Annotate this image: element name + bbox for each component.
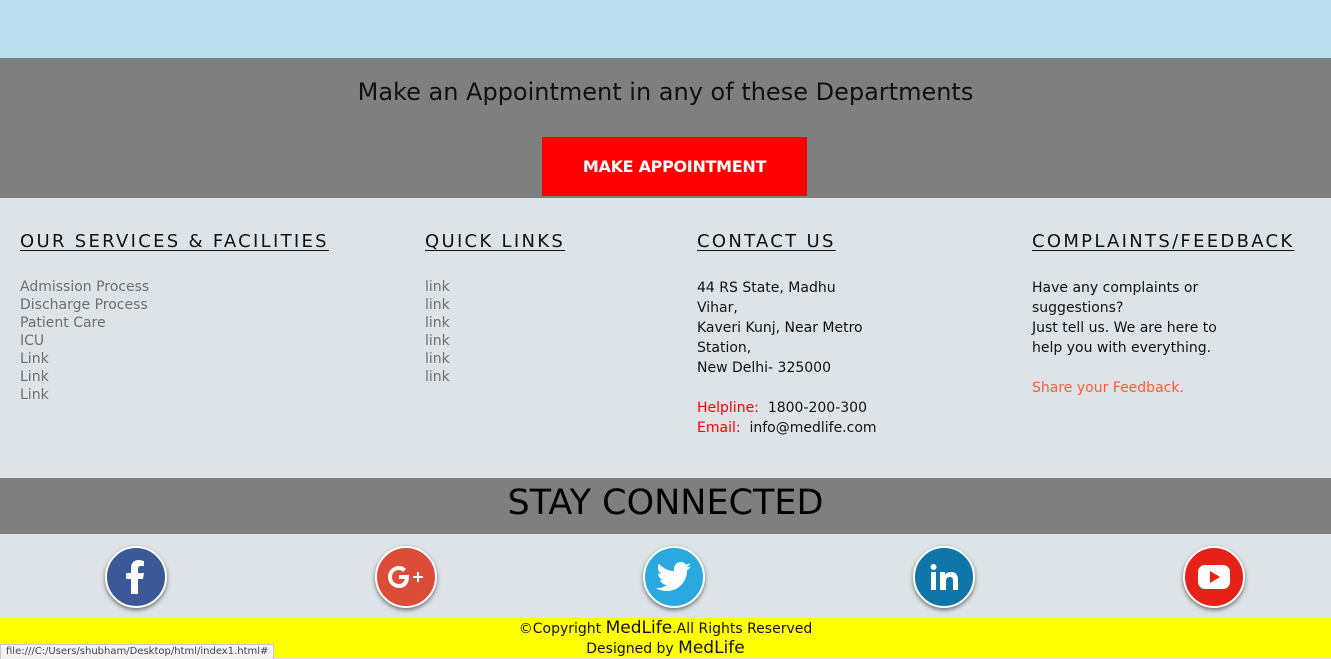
service-link[interactable]: Link	[20, 386, 329, 404]
contact-details: 44 RS State, Madhu Vihar, Kaveri Kunj, N…	[697, 278, 877, 438]
address-line: 44 RS State, Madhu	[697, 280, 836, 296]
stay-connected-section: STAY CONNECTED	[0, 478, 1331, 534]
service-link-discharge[interactable]: Discharge Process	[20, 296, 329, 314]
copyright-suffix: .All Rights Reserved	[672, 621, 813, 637]
email-label: Email:	[697, 420, 741, 436]
service-link-icu[interactable]: ICU	[20, 332, 329, 350]
quick-link[interactable]: link	[425, 314, 565, 332]
footer-links: OUR SERVICES & FACILITIES Admission Proc…	[0, 198, 1331, 478]
designed-by-prefix: Designed by	[586, 641, 674, 657]
contact-column: CONTACT US 44 RS State, Madhu Vihar, Kav…	[697, 231, 877, 438]
linkedin-icon[interactable]	[913, 546, 975, 608]
quick-links-heading: QUICK LINKS	[425, 231, 566, 252]
designed-by-brand: MedLife	[678, 638, 745, 658]
complaints-line: suggestions?	[1032, 300, 1124, 316]
address-line: Kaveri Kunj, Near Metro	[697, 320, 863, 336]
service-link[interactable]: Link	[20, 368, 329, 386]
quick-link[interactable]: link	[425, 278, 565, 296]
service-link-admission[interactable]: Admission Process	[20, 278, 329, 296]
top-banner	[0, 0, 1331, 58]
email-row: Email: info@medlife.com	[697, 418, 877, 438]
make-appointment-button[interactable]: MAKE APPOINTMENT	[542, 137, 807, 196]
share-feedback-link[interactable]: Share your Feedback.	[1032, 378, 1295, 398]
copyright-prefix: ©Copyright	[518, 621, 602, 637]
twitter-icon[interactable]	[643, 546, 705, 608]
services-list: Admission Process Discharge Process Pati…	[20, 278, 329, 404]
service-link-patient-care[interactable]: Patient Care	[20, 314, 329, 332]
address-line: Vihar,	[697, 300, 738, 316]
youtube-icon[interactable]	[1183, 546, 1245, 608]
quick-link[interactable]: link	[425, 350, 565, 368]
complaints-heading: COMPLAINTS/FEEDBACK	[1032, 231, 1295, 252]
email-address: info@medlife.com	[749, 420, 877, 436]
services-column: OUR SERVICES & FACILITIES Admission Proc…	[20, 231, 329, 404]
browser-status-url: file:///C:/Users/shubham/Desktop/html/in…	[0, 644, 275, 659]
social-icons-row	[0, 534, 1331, 618]
quick-links-list: link link link link link link	[425, 278, 565, 386]
copyright-brand: MedLife	[605, 618, 673, 638]
complaints-line: help you with everything.	[1032, 340, 1212, 356]
service-link[interactable]: Link	[20, 350, 329, 368]
quick-link[interactable]: link	[425, 368, 565, 386]
quick-link[interactable]: link	[425, 332, 565, 350]
contact-heading: CONTACT US	[697, 231, 836, 252]
complaints-line: Have any complaints or	[1032, 280, 1199, 296]
complaints-line: Just tell us. We are here to	[1032, 320, 1217, 336]
appointment-section: Make an Appointment in any of these Depa…	[0, 58, 1331, 198]
complaints-text: Have any complaints or suggestions? Just…	[1032, 278, 1295, 398]
quick-links-column: QUICK LINKS link link link link link lin…	[425, 231, 565, 386]
google-plus-icon[interactable]	[375, 546, 437, 608]
facebook-icon[interactable]	[105, 546, 167, 608]
quick-link[interactable]: link	[425, 296, 565, 314]
stay-connected-title: STAY CONNECTED	[507, 483, 824, 523]
complaints-column: COMPLAINTS/FEEDBACK Have any complaints …	[1032, 231, 1295, 398]
address-line: Station,	[697, 340, 752, 356]
helpline-row: Helpline: 1800-200-300	[697, 398, 877, 418]
appointment-title: Make an Appointment in any of these Depa…	[357, 78, 974, 106]
helpline-number: 1800-200-300	[767, 400, 867, 416]
helpline-label: Helpline:	[697, 400, 759, 416]
copyright-line: ©Copyright MedLife.All Rights Reserved	[0, 618, 1331, 640]
services-heading: OUR SERVICES & FACILITIES	[20, 231, 329, 252]
address-line: New Delhi- 325000	[697, 360, 831, 376]
